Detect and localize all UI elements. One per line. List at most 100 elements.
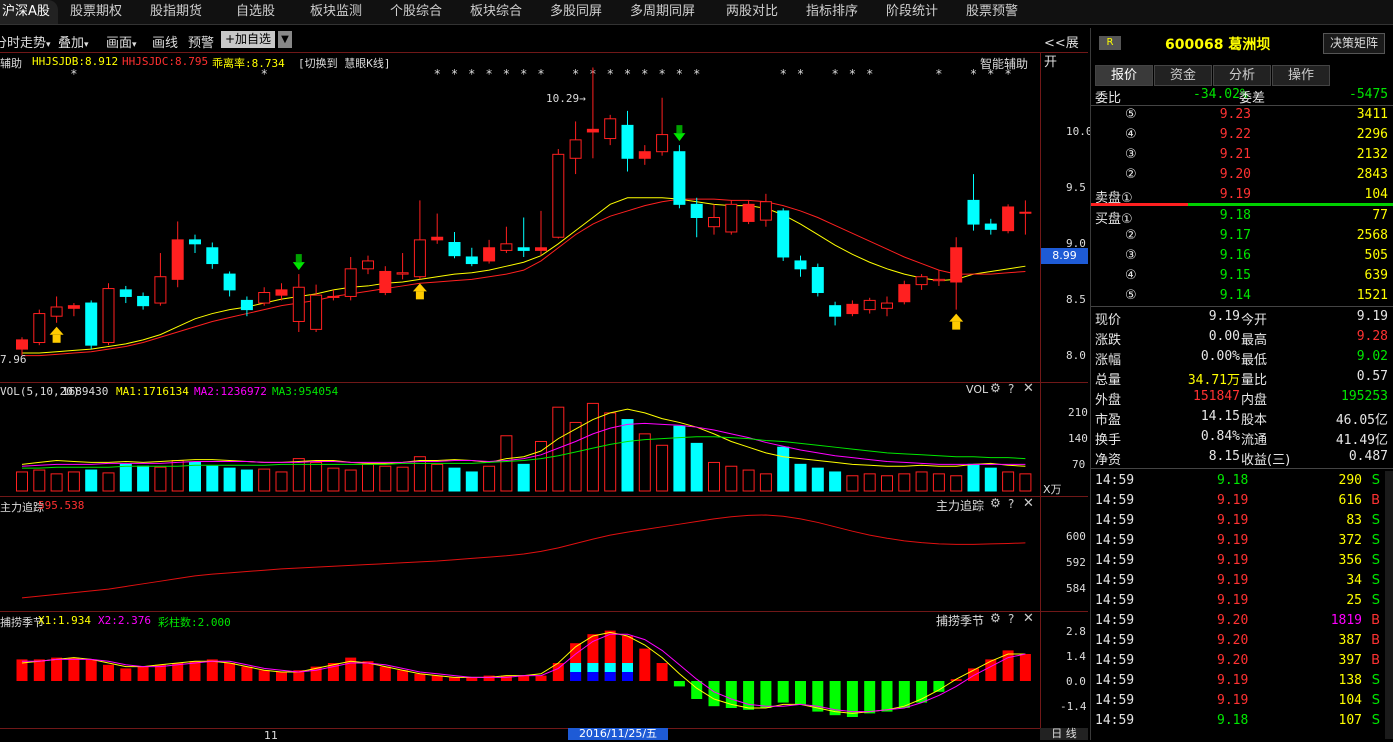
sell-volume: 104 [1364, 187, 1388, 202]
tick-time: 14:59 [1095, 633, 1135, 648]
tick-volume: 34 [1346, 573, 1362, 588]
candle [915, 276, 928, 286]
draw-line-button[interactable]: 画线 [152, 32, 178, 51]
volume-bar [465, 471, 478, 492]
buy-volume: 77 [1372, 208, 1388, 223]
candle [881, 302, 893, 309]
stat-row: 外盘 151847 内盘 195253 [1091, 387, 1393, 408]
intraday-button[interactable]: 分时走势▾ [0, 32, 51, 51]
decision-matrix-button[interactable]: 决策矩阵 [1323, 33, 1385, 54]
alert-button[interactable]: 预警 [188, 32, 214, 51]
overlay-button[interactable]: 叠加▾ [58, 32, 89, 51]
tick-volume: 372 [1338, 533, 1362, 548]
candle [777, 210, 790, 258]
candle [535, 247, 547, 251]
volume-bar [950, 475, 963, 492]
tick-side: B [1371, 613, 1380, 628]
tab-period-stats[interactable]: 阶段统计 [886, 0, 938, 24]
volume-bar [517, 463, 530, 492]
season-bar [241, 666, 253, 681]
season-bar [379, 666, 391, 681]
volume-bar [638, 433, 651, 492]
candle [154, 276, 167, 304]
tick-side: B [1371, 653, 1380, 668]
trace-axis-label: 600 [1066, 530, 1086, 543]
tick-time: 14:59 [1095, 613, 1135, 628]
volume-bar [535, 440, 547, 492]
tab-compare-two[interactable]: 两股对比 [726, 0, 778, 24]
candle [171, 239, 184, 280]
season-bar [795, 681, 806, 705]
candle [863, 299, 876, 311]
stat-row: 现价 9.19 今开 9.19 [1091, 307, 1393, 328]
season-highlight [587, 663, 599, 672]
sell-volume: 3411 [1356, 107, 1388, 122]
candle [708, 217, 720, 228]
volume-bar [811, 467, 824, 492]
volume-bar [275, 471, 288, 492]
volume-bar [189, 461, 201, 492]
candlestick-chart[interactable]: ************************** [0, 53, 1040, 382]
candle [137, 295, 150, 307]
tab-sector-monitor[interactable]: 板块监测 [310, 0, 362, 24]
tab-index-futures[interactable]: 股指期货 [150, 0, 202, 24]
tick-volume: 138 [1338, 673, 1362, 688]
trace-chart[interactable] [0, 497, 1040, 611]
candle [552, 153, 565, 238]
tick-row: 14:59 9.20 397 B [1091, 651, 1393, 671]
tick-row: 14:59 9.18 107 S [1091, 711, 1393, 731]
tab-hs-a-shares[interactable]: 沪深A股 [0, 0, 58, 24]
candle [967, 199, 980, 225]
tab-watchlist[interactable]: 自选股 [236, 0, 275, 24]
candle [984, 223, 997, 230]
tab-analysis[interactable]: 分析 [1213, 65, 1271, 86]
tab-multi-period[interactable]: 多周期同屏 [630, 0, 695, 24]
stat-value: 9.19 [1356, 309, 1388, 324]
layout-button[interactable]: 画面▾ [106, 32, 137, 51]
buy-price: 9.15 [1219, 268, 1251, 283]
volume-bar [673, 425, 686, 492]
intraday-label: 分时走势 [0, 36, 47, 51]
season-bar [535, 675, 547, 681]
signal-star: * [867, 67, 873, 81]
season-bar [51, 657, 63, 681]
tab-stock-overview[interactable]: 个股综合 [390, 0, 442, 24]
expand-button[interactable]: <<展开 [1044, 32, 1088, 70]
period-selector[interactable]: 日 线 [1040, 728, 1088, 740]
tab-operation[interactable]: 操作 [1272, 65, 1330, 86]
tab-funds[interactable]: 资金 [1154, 65, 1212, 86]
volume-bar [171, 460, 184, 492]
tab-indicator-sort[interactable]: 指标排序 [806, 0, 858, 24]
stat-label: 总量 [1095, 373, 1122, 388]
tick-side: S [1371, 553, 1380, 568]
stat-value: 9.02 [1356, 349, 1388, 364]
tab-stock-options[interactable]: 股票期权 [70, 0, 122, 24]
tick-side: S [1371, 593, 1380, 608]
candle [102, 288, 115, 344]
chevron-down-icon[interactable]: ▼ [278, 31, 292, 48]
tick-time: 14:59 [1095, 513, 1135, 528]
tab-multi-stock[interactable]: 多股同屏 [550, 0, 602, 24]
signal-star: * [452, 67, 458, 81]
tab-quote[interactable]: 报价 [1095, 65, 1153, 86]
volume-bar [1019, 473, 1032, 492]
volume-bar [656, 444, 669, 492]
volume-bar [85, 469, 98, 492]
price-axis-label: 10.0 [1066, 125, 1093, 138]
season-bar [33, 659, 45, 681]
stat-label: 内盘 [1241, 393, 1268, 408]
signal-star: * [832, 67, 838, 81]
tick-time: 14:59 [1095, 653, 1135, 668]
signal-star: * [434, 67, 440, 81]
volume-chart[interactable] [0, 383, 1040, 496]
season-chart[interactable] [0, 612, 1040, 728]
add-to-watchlist-button[interactable]: +加自选 [221, 31, 276, 48]
tick-row: 14:59 9.19 616 B [1091, 491, 1393, 511]
tab-sector-overview[interactable]: 板块综合 [470, 0, 522, 24]
tab-stock-alert[interactable]: 股票预警 [966, 0, 1018, 24]
tick-volume: 356 [1338, 553, 1362, 568]
candle [725, 203, 738, 233]
buy-row: ② 9.17 2568 [1091, 226, 1393, 246]
tick-scrollbar[interactable] [1385, 471, 1393, 739]
volume-bar [690, 442, 703, 492]
